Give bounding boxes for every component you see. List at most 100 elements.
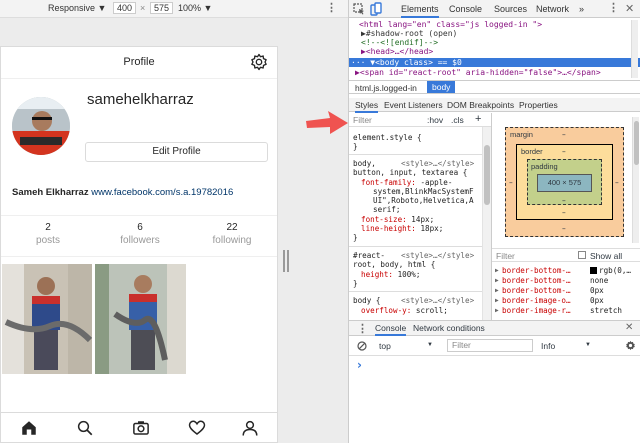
css-source-link[interactable]: <style>…</style> [401, 296, 474, 305]
devtools-menu-icon[interactable]: ⋮ [608, 1, 619, 14]
expand-triangle-icon[interactable]: ▶ [495, 276, 499, 285]
stat-following[interactable]: 22 following [192, 222, 272, 246]
scrollbar-thumb[interactable] [484, 145, 490, 205]
log-level-select[interactable]: Info [541, 341, 555, 351]
close-drawer-icon[interactable]: ✕ [625, 322, 633, 333]
computed-row[interactable]: ▶ border-bottom-… rgb(0,… [492, 266, 640, 275]
box-model-padding[interactable]: padding – 400 × 575 [527, 159, 602, 205]
bio-website-link[interactable]: www.facebook.com/s.a.19782016 [91, 187, 233, 198]
zoom-select[interactable]: 100% ▼ [178, 3, 212, 13]
console-output[interactable]: › [349, 356, 640, 443]
profile-stats: 2 posts 6 followers 22 following [1, 215, 277, 257]
gear-icon[interactable] [625, 340, 636, 351]
css-rule-selector: #react- <style>…</style> [353, 251, 474, 260]
clear-console-icon[interactable] [357, 341, 367, 351]
css-property: font-size: [361, 215, 407, 224]
dom-node[interactable]: ▶<head>…</head> [361, 47, 640, 56]
show-all-checkbox[interactable] [578, 251, 586, 259]
box-model-border[interactable]: border – – padding – 400 × 575 [516, 144, 613, 220]
padding-bottom-value: – [562, 196, 566, 205]
more-options-icon[interactable]: ⋮ [326, 1, 337, 14]
subtab-styles[interactable]: Styles [355, 100, 379, 113]
css-declaration[interactable]: overflow-y: scroll; [361, 306, 448, 315]
computed-row[interactable]: ▶ border-image-o… 0px [492, 296, 640, 305]
tab-console[interactable]: Console [449, 4, 482, 14]
drawer-tab-network-conditions[interactable]: Network conditions [413, 323, 485, 333]
post-photo [2, 264, 92, 374]
edit-profile-button[interactable]: Edit Profile [85, 142, 268, 162]
tab-more[interactable]: » [579, 4, 584, 14]
post-thumbnail[interactable] [95, 264, 186, 374]
viewport-width-input[interactable]: 400 [113, 2, 137, 14]
inspect-element-icon[interactable] [353, 3, 365, 15]
dom-node[interactable]: <!--<![endif]--> [361, 38, 640, 47]
computed-row[interactable]: ▶ border-bottom-… 0px [492, 286, 640, 295]
stat-label: posts [36, 235, 60, 246]
drawer-tab-console[interactable]: Console [375, 323, 407, 336]
search-icon[interactable] [76, 419, 94, 437]
hover-state-toggle[interactable]: :hov [427, 115, 443, 125]
console-prompt[interactable]: › [357, 358, 362, 372]
scrollbar-thumb[interactable] [634, 121, 639, 165]
css-rule-selector: body { <style>…</style> [353, 296, 474, 305]
tab-elements[interactable]: Elements [401, 4, 439, 18]
box-model-margin[interactable]: margin – – – – border – – padding – 400 … [505, 127, 624, 237]
close-icon[interactable]: ✕ [625, 2, 634, 15]
computed-filter-row: Filter Show all [492, 248, 640, 262]
computed-row[interactable]: ▶ border-bottom-… none [492, 276, 640, 285]
heart-icon[interactable] [188, 419, 206, 437]
subtab-dom-breakpoints[interactable]: DOM Breakpoints [447, 100, 514, 110]
chevron-down-icon[interactable]: ▼ [585, 342, 591, 348]
expand-triangle-icon[interactable]: ▶ [495, 306, 499, 315]
computed-property: border-image-r… [502, 306, 571, 315]
css-declaration[interactable]: height: 100%; [361, 270, 420, 279]
styles-scrollbar[interactable] [482, 127, 491, 320]
color-swatch[interactable] [590, 267, 597, 274]
viewport-height-input[interactable]: 575 [150, 2, 174, 14]
stat-posts[interactable]: 2 posts [8, 222, 88, 246]
css-property: font-family: [361, 178, 416, 187]
css-declaration[interactable]: font-family: -apple- [361, 178, 452, 187]
subtab-properties[interactable]: Properties [519, 100, 558, 110]
dom-node[interactable]: ▶<span id="react-root" aria-hidden="fals… [355, 68, 640, 77]
stat-count: 2 [45, 222, 51, 233]
box-model-content[interactable]: 400 × 575 [537, 174, 592, 192]
dom-node[interactable]: ▶#shadow-root (open) [361, 29, 640, 38]
box-model-scrollbar[interactable] [632, 117, 639, 243]
computed-filter-input[interactable]: Filter [496, 251, 515, 261]
tab-network[interactable]: Network [536, 4, 569, 14]
stat-followers[interactable]: 6 followers [100, 222, 180, 246]
stat-label: followers [120, 235, 160, 246]
css-source-link[interactable]: <style>…</style> [401, 251, 474, 260]
css-declaration[interactable]: line-height: 18px; [361, 224, 443, 233]
gear-icon[interactable] [250, 53, 268, 71]
expand-triangle-icon[interactable]: ▶ [495, 296, 499, 305]
tab-sources[interactable]: Sources [494, 4, 527, 14]
css-declaration[interactable]: font-size: 14px; [361, 215, 434, 224]
profile-icon[interactable] [241, 419, 259, 437]
styles-filter-input[interactable]: Filter [353, 115, 372, 125]
viewport-resize-handle[interactable] [283, 250, 289, 272]
context-select[interactable]: top [379, 341, 391, 351]
css-source-link[interactable]: <style>…</style> [401, 159, 474, 168]
computed-row[interactable]: ▶ border-image-r… stretch [492, 306, 640, 315]
subtab-event-listeners[interactable]: Event Listeners [384, 100, 443, 110]
console-filter-input[interactable]: Filter [447, 339, 533, 352]
avatar[interactable] [12, 97, 70, 155]
breadcrumb-item-html[interactable]: html.js.logged-in [355, 83, 417, 93]
chevron-down-icon[interactable]: ▼ [427, 342, 433, 348]
camera-icon[interactable] [132, 419, 150, 437]
home-icon[interactable] [20, 419, 38, 437]
class-toggle[interactable]: .cls [451, 115, 464, 125]
dom-scrollbar[interactable] [631, 20, 638, 78]
device-toolbar-icon[interactable] [370, 2, 382, 16]
dom-node[interactable]: <html lang="en" class="js logged-in "> [359, 20, 640, 29]
new-rule-button[interactable]: + [475, 113, 481, 125]
expand-triangle-icon[interactable]: ▶ [495, 266, 499, 275]
drawer-menu-icon[interactable]: ⋮ [357, 322, 368, 335]
expand-triangle-icon[interactable]: ▶ [495, 286, 499, 295]
post-thumbnail[interactable] [2, 264, 92, 374]
dom-node-selected[interactable]: ··· ▼<body class> == $0 [349, 58, 640, 67]
device-mode-select[interactable]: Responsive ▼ [48, 3, 106, 13]
breadcrumb-item-body[interactable]: body [427, 81, 456, 93]
